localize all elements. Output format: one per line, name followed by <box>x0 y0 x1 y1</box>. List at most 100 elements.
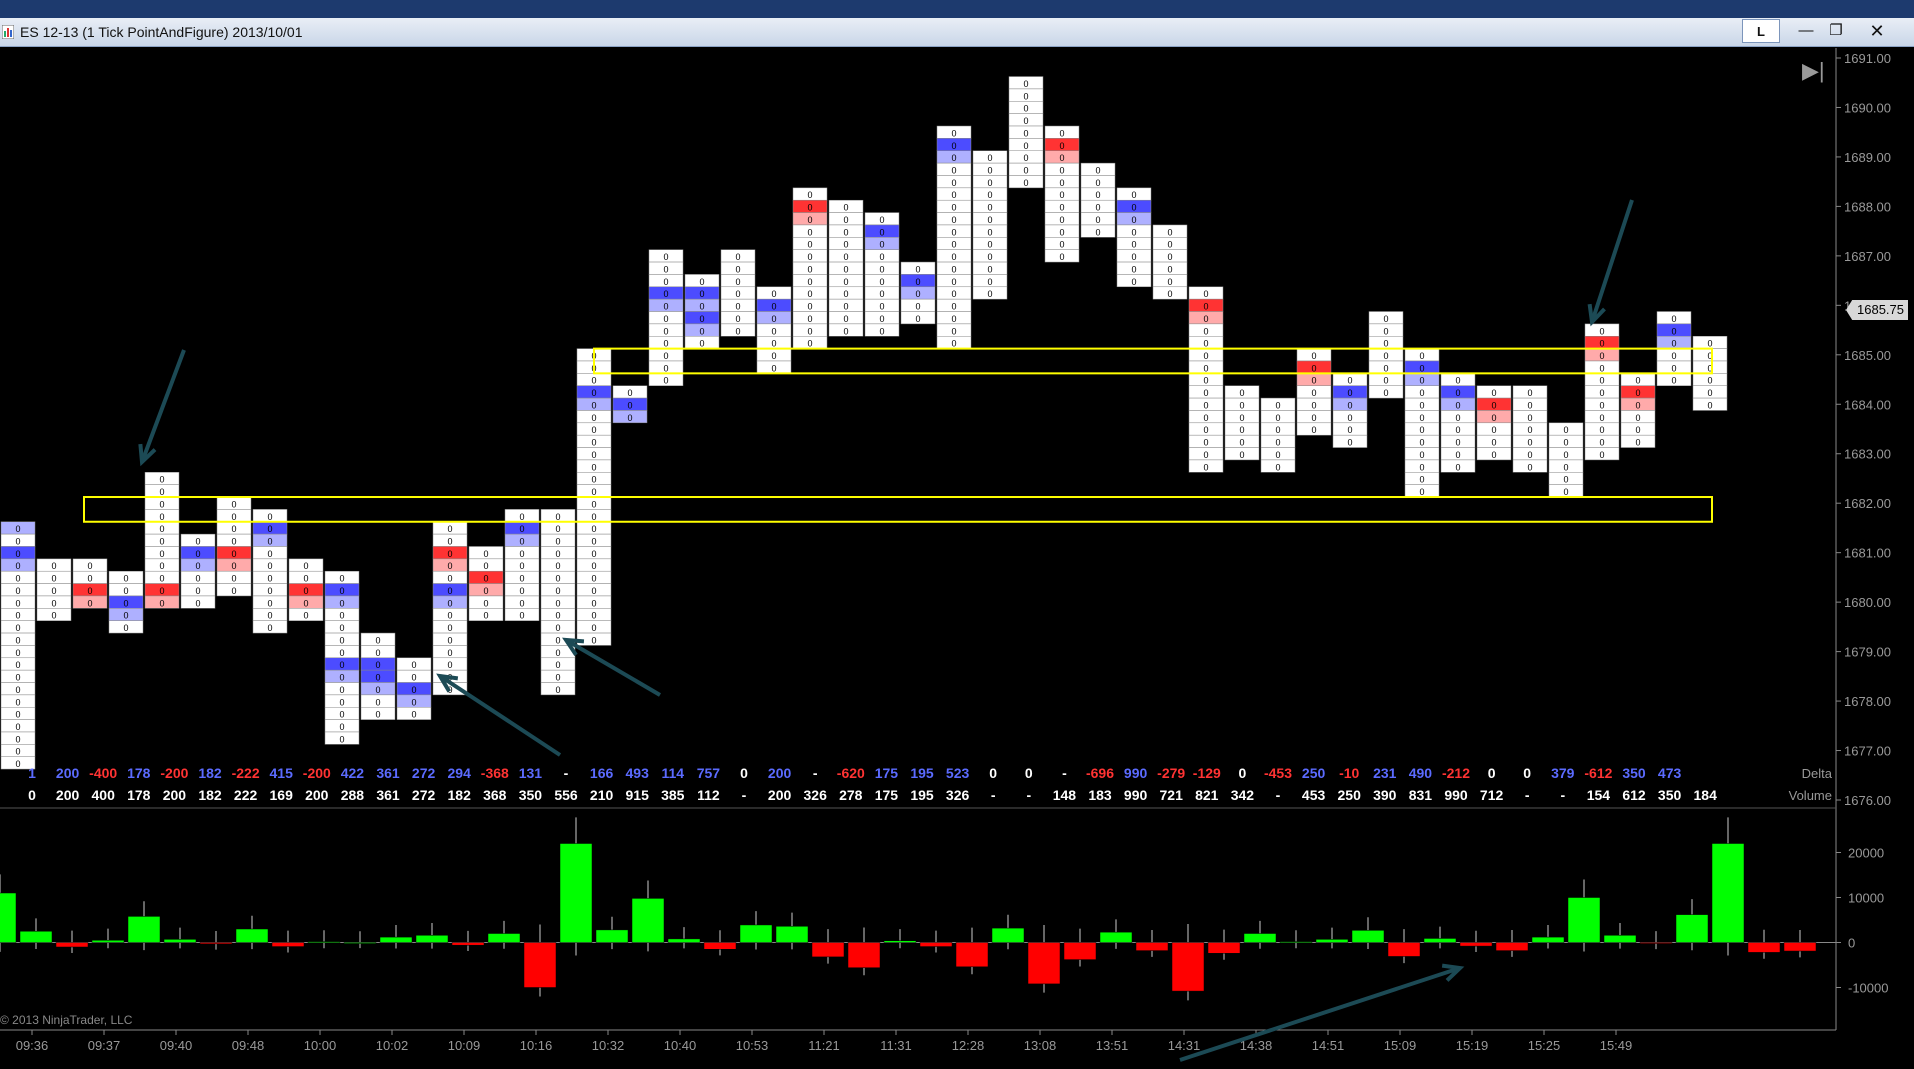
pf-cell-value: 0 <box>591 549 596 559</box>
volume-value: 154 <box>1587 787 1611 803</box>
pf-cell-value: 0 <box>807 326 812 336</box>
pf-cell-value: 0 <box>339 734 344 744</box>
pf-cell-value: 0 <box>735 289 740 299</box>
pf-cell-value: 0 <box>987 165 992 175</box>
pf-cell-value: 0 <box>807 302 812 312</box>
pf-cell-value: 0 <box>987 203 992 213</box>
pf-cell-value: 0 <box>1131 277 1136 287</box>
pf-cell-value: 0 <box>1419 363 1424 373</box>
indicator-bar <box>1207 942 1241 954</box>
volume-value: 200 <box>768 787 792 803</box>
time-axis-label: 10:40 <box>664 1038 697 1053</box>
pf-cell-value: 0 <box>591 574 596 584</box>
pf-cell-value: 0 <box>447 611 452 621</box>
pf-column: 0 0 0 0 0 <box>900 261 936 325</box>
pf-cell-value: 0 <box>879 326 884 336</box>
pf-cell-value: 0 <box>591 499 596 509</box>
pf-cell-value: 0 <box>1059 227 1064 237</box>
indicator-pane[interactable]: 20000 10000 0 -10000 <box>0 817 1888 1001</box>
volume-value: - <box>1276 787 1281 803</box>
pf-cell-value: 0 <box>1671 314 1676 324</box>
pf-cell-value: 0 <box>411 660 416 670</box>
price-pane[interactable]: 0000000000000000000000000000000000000000… <box>0 76 1728 770</box>
pf-cell-value: 0 <box>303 574 308 584</box>
indicator-axis-label: 20000 <box>1848 846 1884 861</box>
pf-cell-value: 0 <box>663 252 668 262</box>
pf-cell-value: 0 <box>1131 264 1136 274</box>
pf-cell-value: 0 <box>519 524 524 534</box>
volume-value: 184 <box>1694 787 1718 803</box>
pf-cell-value: 0 <box>699 302 704 312</box>
pf-cell-value: 0 <box>951 128 956 138</box>
annotation-arrow <box>564 638 662 697</box>
pf-cell-value: 0 <box>1239 400 1244 410</box>
pf-cell-value: 0 <box>1275 400 1280 410</box>
pf-cell-value: 0 <box>447 536 452 546</box>
pf-column: 0 0 0 0 0 0 0 0 0 0 0 0 0 0 0 <box>1188 286 1224 473</box>
pf-cell-value: 0 <box>339 697 344 707</box>
time-axis-label: 09:37 <box>88 1038 121 1053</box>
volume-value: 200 <box>56 787 80 803</box>
pf-cell-value: 0 <box>1059 153 1064 163</box>
volume-value: 222 <box>234 787 258 803</box>
pf-cell-value: 0 <box>1095 165 1100 175</box>
pf-cell-value: 0 <box>879 289 884 299</box>
pf-cell-value: 0 <box>15 660 20 670</box>
pf-column: 0 0 0 0 0 0 0 0 0 <box>1008 76 1044 189</box>
pf-cell-value: 0 <box>483 611 488 621</box>
pf-cell-value: 0 <box>1347 413 1352 423</box>
pf-column: 0 0 0 0 0 0 <box>1260 397 1296 473</box>
indicator-bar <box>955 942 989 968</box>
volume-value: - <box>1525 787 1530 803</box>
pf-cell-value: 0 <box>159 549 164 559</box>
time-axis-label: 14:31 <box>1168 1038 1201 1053</box>
pf-cell-value: 0 <box>1635 388 1640 398</box>
indicator-bar <box>523 942 557 988</box>
pf-column: 0 0 0 0 0 0 <box>468 546 504 621</box>
pf-cell-value: 0 <box>879 240 884 250</box>
pf-cell-value: 0 <box>15 524 20 534</box>
pf-cell-value: 0 <box>951 264 956 274</box>
pf-column: 0 0 0 0 0 0 0 <box>1512 385 1548 473</box>
pf-cell-value: 0 <box>267 561 272 571</box>
pf-cell-value: 0 <box>1347 400 1352 410</box>
pf-cell-value: 0 <box>591 388 596 398</box>
pf-cell-value: 0 <box>447 586 452 596</box>
pf-cell-value: 0 <box>1563 425 1568 435</box>
pf-cell-value: 0 <box>339 648 344 658</box>
pf-cell-value: 0 <box>303 611 308 621</box>
pf-cell-value: 0 <box>1023 79 1028 89</box>
pf-cell-value: 0 <box>159 487 164 497</box>
delta-value: 493 <box>626 765 650 781</box>
indicator-bar <box>1387 942 1421 957</box>
chart-area[interactable]: 0000000000000000000000000000000000000000… <box>0 0 1914 1069</box>
pf-cell-value: 0 <box>1239 438 1244 448</box>
delta-value: -368 <box>481 765 509 781</box>
pf-column: 0 0 0 0 0 0 <box>1476 385 1512 461</box>
pf-cell-value: 0 <box>339 611 344 621</box>
delta-value: -400 <box>89 765 117 781</box>
pf-cell-value: 0 <box>915 289 920 299</box>
volume-value: 195 <box>910 787 934 803</box>
pf-cell-value: 0 <box>1419 413 1424 423</box>
pf-cell-value: 0 <box>699 289 704 299</box>
pf-cell-value: 0 <box>519 574 524 584</box>
pf-cell-value: 0 <box>1203 425 1208 435</box>
pf-cell-value: 0 <box>699 277 704 287</box>
pf-cell-value: 0 <box>1419 475 1424 485</box>
pf-column: 0 0 0 0 <box>72 558 108 609</box>
pf-cell-value: 0 <box>375 710 380 720</box>
indicator-bar <box>307 941 341 943</box>
pf-cell-value: 0 <box>1059 128 1064 138</box>
pf-column: 0 0 0 0 0 0 0 0 0 0 0 <box>144 472 180 609</box>
pf-cell-value: 0 <box>339 673 344 683</box>
pf-cell-value: 0 <box>1419 376 1424 386</box>
volume-value: 182 <box>448 787 472 803</box>
pf-cell-value: 0 <box>1599 388 1604 398</box>
scroll-to-end-icon[interactable]: ▶| <box>1802 58 1825 84</box>
pf-cell-value: 0 <box>951 153 956 163</box>
pf-cell-value: 0 <box>15 574 20 584</box>
pf-cell-value: 0 <box>1419 462 1424 472</box>
pf-cell-value: 0 <box>15 586 20 596</box>
pf-cell-value: 0 <box>555 574 560 584</box>
